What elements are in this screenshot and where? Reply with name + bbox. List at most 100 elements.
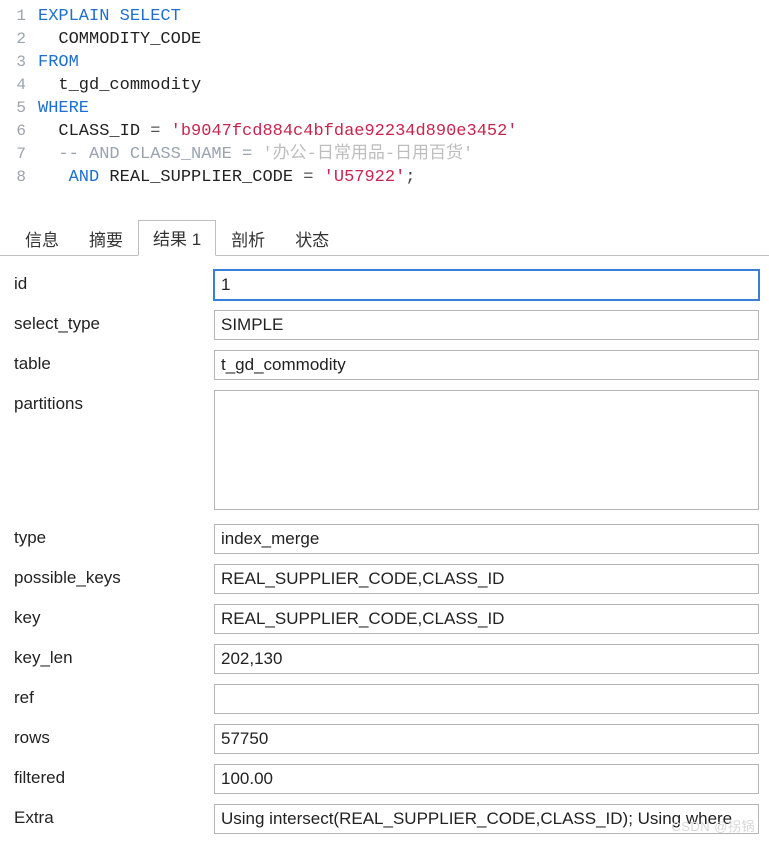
line-number: 7 xyxy=(0,144,38,167)
result-form: id select_typetable partitions type possible… xyxy=(0,256,769,834)
field-input-Extra[interactable] xyxy=(214,804,759,834)
field-wrap xyxy=(214,270,759,300)
code-token xyxy=(38,122,58,141)
field-label: ref xyxy=(14,684,214,708)
result-row-partitions: partitions xyxy=(14,390,759,514)
field-input-filtered[interactable] xyxy=(214,764,759,794)
code-token: = xyxy=(150,122,170,141)
line-number: 4 xyxy=(0,75,38,98)
field-label: rows xyxy=(14,724,214,748)
field-input-partitions[interactable] xyxy=(214,390,759,510)
code-content[interactable]: COMMODITY_CODE xyxy=(38,29,201,52)
code-content[interactable]: FROM xyxy=(38,52,79,75)
field-wrap xyxy=(214,724,759,754)
field-label: table xyxy=(14,350,214,374)
code-line[interactable]: 3FROM xyxy=(0,52,769,75)
code-token: COMMODITY_CODE xyxy=(58,30,201,49)
field-wrap xyxy=(214,564,759,594)
field-wrap xyxy=(214,804,759,834)
result-row-rows: rows xyxy=(14,724,759,754)
result-row-possible_keys: possible_keys xyxy=(14,564,759,594)
field-input-ref[interactable] xyxy=(214,684,759,714)
code-line[interactable]: 2 COMMODITY_CODE xyxy=(0,29,769,52)
result-tabs: 信息摘要结果 1剖析状态 xyxy=(0,220,769,256)
field-wrap xyxy=(214,350,759,380)
code-token: FROM xyxy=(38,53,79,72)
code-content[interactable]: t_gd_commodity xyxy=(38,75,201,98)
code-token xyxy=(38,30,58,49)
tab-结果 1[interactable]: 结果 1 xyxy=(138,220,216,256)
result-row-type: type xyxy=(14,524,759,554)
code-token: CLASS_ID xyxy=(58,122,150,141)
code-line[interactable]: 1EXPLAIN SELECT xyxy=(0,6,769,29)
line-number: 6 xyxy=(0,121,38,144)
field-wrap xyxy=(214,684,759,714)
sql-editor[interactable]: 1EXPLAIN SELECT2 COMMODITY_CODE3FROM4 t_… xyxy=(0,0,769,200)
code-line[interactable]: 8 AND REAL_SUPPLIER_CODE = 'U57922'; xyxy=(0,167,769,190)
code-token: AND xyxy=(69,168,100,187)
code-token: ; xyxy=(405,168,415,187)
line-number: 5 xyxy=(0,98,38,121)
code-token: 'b9047fcd884c4bfdae92234d890e3452' xyxy=(171,122,518,141)
result-row-key: key xyxy=(14,604,759,634)
field-wrap xyxy=(214,524,759,554)
tab-状态[interactable]: 状态 xyxy=(280,221,344,256)
code-content[interactable]: EXPLAIN SELECT xyxy=(38,6,181,29)
field-input-key[interactable] xyxy=(214,604,759,634)
code-content[interactable]: AND REAL_SUPPLIER_CODE = 'U57922'; xyxy=(38,167,416,190)
result-row-id: id xyxy=(14,270,759,300)
code-token: 'U57922' xyxy=(324,168,406,187)
tab-剖析[interactable]: 剖析 xyxy=(216,221,280,256)
result-row-key_len: key_len xyxy=(14,644,759,674)
code-token: -- AND CLASS_NAME = xyxy=(58,145,262,164)
result-row-table: table xyxy=(14,350,759,380)
result-row-Extra: Extra xyxy=(14,804,759,834)
code-token: WHERE xyxy=(38,99,89,118)
code-line[interactable]: 5WHERE xyxy=(0,98,769,121)
field-input-id[interactable] xyxy=(214,270,759,300)
code-token xyxy=(38,168,69,187)
field-wrap xyxy=(214,604,759,634)
line-number: 1 xyxy=(0,6,38,29)
field-wrap xyxy=(214,310,759,340)
field-wrap xyxy=(214,644,759,674)
code-line[interactable]: 4 t_gd_commodity xyxy=(0,75,769,98)
field-label: Extra xyxy=(14,804,214,828)
field-input-key_len[interactable] xyxy=(214,644,759,674)
field-input-select_type[interactable] xyxy=(214,310,759,340)
code-token: '办公-日常用品-日用百货' xyxy=(262,145,473,164)
line-number: 8 xyxy=(0,167,38,190)
code-token xyxy=(38,145,58,164)
field-input-rows[interactable] xyxy=(214,724,759,754)
field-label: select_type xyxy=(14,310,214,334)
tab-信息[interactable]: 信息 xyxy=(10,221,74,256)
field-label: filtered xyxy=(14,764,214,788)
code-token: = xyxy=(303,168,323,187)
code-line[interactable]: 6 CLASS_ID = 'b9047fcd884c4bfdae92234d89… xyxy=(0,121,769,144)
field-wrap xyxy=(214,764,759,794)
result-row-filtered: filtered xyxy=(14,764,759,794)
field-input-possible_keys[interactable] xyxy=(214,564,759,594)
field-wrap xyxy=(214,390,759,514)
field-label: partitions xyxy=(14,390,214,414)
result-row-select_type: select_type xyxy=(14,310,759,340)
code-token xyxy=(38,76,58,95)
line-number: 3 xyxy=(0,52,38,75)
field-input-type[interactable] xyxy=(214,524,759,554)
field-label: id xyxy=(14,270,214,294)
field-label: key_len xyxy=(14,644,214,668)
field-label: key xyxy=(14,604,214,628)
line-number: 2 xyxy=(0,29,38,52)
tab-摘要[interactable]: 摘要 xyxy=(74,221,138,256)
code-token: REAL_SUPPLIER_CODE xyxy=(99,168,303,187)
code-line[interactable]: 7 -- AND CLASS_NAME = '办公-日常用品-日用百货' xyxy=(0,144,769,167)
field-label: possible_keys xyxy=(14,564,214,588)
field-label: type xyxy=(14,524,214,548)
code-token: t_gd_commodity xyxy=(58,76,201,95)
field-input-table[interactable] xyxy=(214,350,759,380)
code-content[interactable]: WHERE xyxy=(38,98,89,121)
code-content[interactable]: -- AND CLASS_NAME = '办公-日常用品-日用百货' xyxy=(38,144,473,167)
code-token: EXPLAIN SELECT xyxy=(38,7,181,26)
code-content[interactable]: CLASS_ID = 'b9047fcd884c4bfdae92234d890e… xyxy=(38,121,518,144)
result-row-ref: ref xyxy=(14,684,759,714)
